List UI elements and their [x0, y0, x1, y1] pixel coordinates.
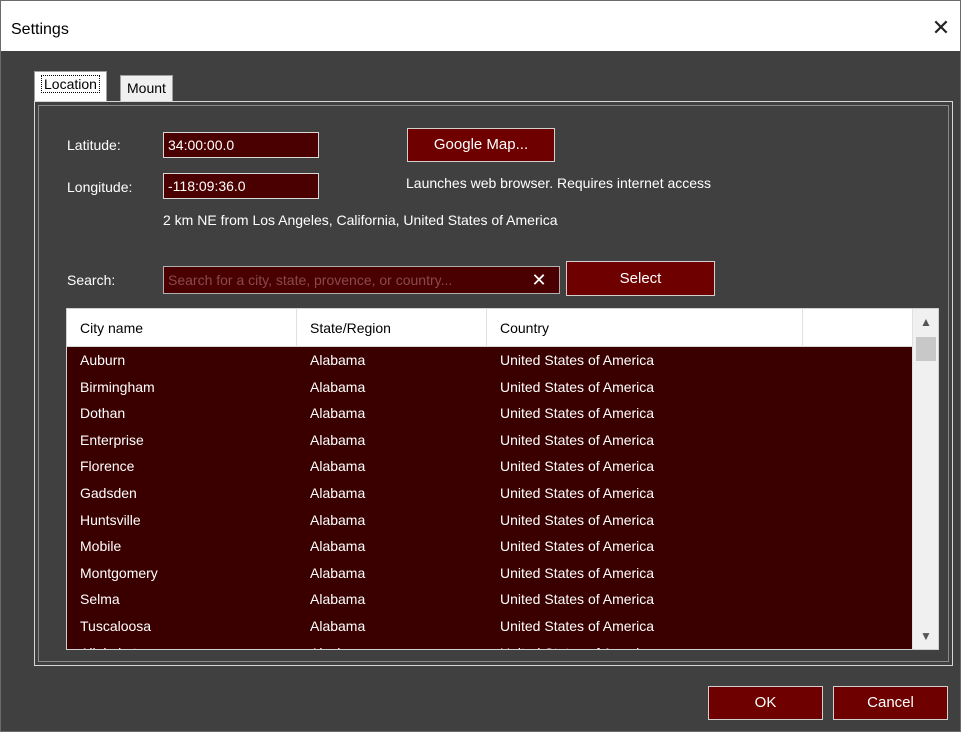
- longitude-field[interactable]: -118:09:36.0: [163, 173, 319, 199]
- cell-city: Auburn: [80, 352, 126, 368]
- cell-state: Alabama: [310, 405, 366, 422]
- column-header-country[interactable]: Country: [487, 309, 803, 347]
- cell-city: Huntsville: [80, 511, 141, 528]
- table-row[interactable]: Birmingham Alabama United States of Americ…: [67, 374, 913, 401]
- close-icon[interactable]: ✕: [928, 15, 954, 41]
- window-title: Settings: [11, 21, 69, 38]
- tab-location[interactable]: Location: [34, 71, 107, 102]
- table-row[interactable]: Dothan Alabama United States of America: [67, 400, 913, 427]
- select-button[interactable]: Select: [566, 261, 715, 296]
- cell-state: Alabama: [310, 618, 366, 634]
- column-header-spacer: [803, 309, 913, 347]
- column-header-city[interactable]: City name: [67, 309, 297, 347]
- latitude-label: Latitude:: [67, 137, 121, 153]
- scrollbar-thumb[interactable]: [916, 337, 936, 361]
- cell-city: Birmingham: [80, 378, 155, 395]
- cell-state: Alabama: [310, 591, 366, 608]
- cell-state: Alabama: [310, 378, 366, 395]
- table-row[interactable]: Auburn Alabama United States of America: [67, 347, 913, 374]
- cell-state: Alabama: [310, 564, 366, 581]
- cell-country: United States of America: [500, 511, 655, 528]
- browser-note: Launches web browser. Requires internet …: [406, 175, 712, 191]
- cell-city: Tuscaloosa: [80, 618, 152, 634]
- cell-state: Alaska: [310, 640, 352, 649]
- tab-location-label: Location: [41, 75, 100, 93]
- cell-city: Allakaket: [80, 640, 137, 649]
- table-row[interactable]: Huntsville Alabama United States of Americ…: [67, 507, 913, 534]
- search-box: ✕: [163, 266, 560, 294]
- cell-state: Alabama: [310, 485, 366, 501]
- cell-state: Alabama: [310, 352, 366, 368]
- cell-state: Alabama: [310, 431, 366, 448]
- nearby-location-text: 2 km NE from Los Angeles, California, Un…: [163, 212, 558, 228]
- latitude-field[interactable]: 34:00:00.0: [163, 132, 319, 158]
- cell-country: United States of America: [500, 640, 654, 649]
- cancel-button[interactable]: Cancel: [833, 686, 948, 720]
- table-row[interactable]: Florence Alabama United States of America: [67, 453, 913, 480]
- column-header-state[interactable]: State/Region: [297, 309, 487, 347]
- longitude-label: Longitude:: [67, 179, 133, 195]
- cell-country: United States of America: [500, 458, 655, 475]
- cell-city: Enterprise: [80, 431, 144, 448]
- cell-country: United States of America: [500, 618, 655, 634]
- search-label: Search:: [67, 272, 116, 288]
- cell-city: Montgomery: [80, 564, 158, 581]
- cell-state: Alabama: [310, 511, 366, 528]
- chevron-up-icon[interactable]: ▲: [913, 309, 938, 335]
- city-table: City name State/Region Country Auburn Ala…: [66, 308, 939, 650]
- chevron-down-icon[interactable]: ▼: [913, 623, 938, 649]
- clear-icon[interactable]: ✕: [529, 269, 549, 291]
- search-input[interactable]: [168, 270, 518, 290]
- cell-city: Gadsden: [80, 485, 137, 501]
- table-row[interactable]: Allakaket Alaska United States of America: [67, 640, 913, 649]
- cell-country: United States of America: [500, 538, 655, 555]
- table-header: City name State/Region Country: [67, 309, 913, 347]
- cell-country: United States of America: [500, 485, 655, 501]
- cell-city: Mobile: [80, 538, 122, 555]
- title-bar: Settings ✕: [1, 1, 960, 51]
- cell-state: Alabama: [310, 458, 366, 475]
- table-row[interactable]: Montgomery Alabama United States of Americ…: [67, 560, 913, 587]
- cell-country: United States of America: [500, 431, 655, 448]
- table-row[interactable]: Enterprise Alabama United States of Americ…: [67, 427, 913, 454]
- cell-state: Alabama: [310, 538, 366, 555]
- cell-country: United States of America: [500, 591, 655, 608]
- cell-city: Dothan: [80, 405, 126, 422]
- cell-country: United States of America: [500, 405, 655, 422]
- cell-country: United States of America: [500, 352, 655, 368]
- ok-button[interactable]: OK: [708, 686, 823, 720]
- table-row[interactable]: Tuscaloosa Alabama United States of Americ…: [67, 613, 913, 640]
- cell-city: Selma: [80, 591, 120, 608]
- vertical-scrollbar[interactable]: ▲ ▼: [912, 309, 938, 649]
- tab-mount-label: Mount: [127, 80, 166, 96]
- table-row[interactable]: Mobile Alabama United States of America: [67, 533, 913, 560]
- table-row[interactable]: Gadsden Alabama United States of America: [67, 480, 913, 507]
- tab-mount[interactable]: Mount: [120, 75, 173, 102]
- google-map-button[interactable]: Google Map...: [407, 128, 555, 162]
- cell-country: United States of America: [500, 564, 655, 581]
- table-body: Auburn Alabama United States of America Bir…: [67, 347, 913, 649]
- table-row[interactable]: Selma Alabama United States of America: [67, 586, 913, 613]
- cell-country: United States of America: [500, 378, 655, 395]
- cell-city: Florence: [80, 458, 135, 475]
- settings-window: Settings ✕ Location Mount Latitude: 34:0…: [0, 0, 961, 732]
